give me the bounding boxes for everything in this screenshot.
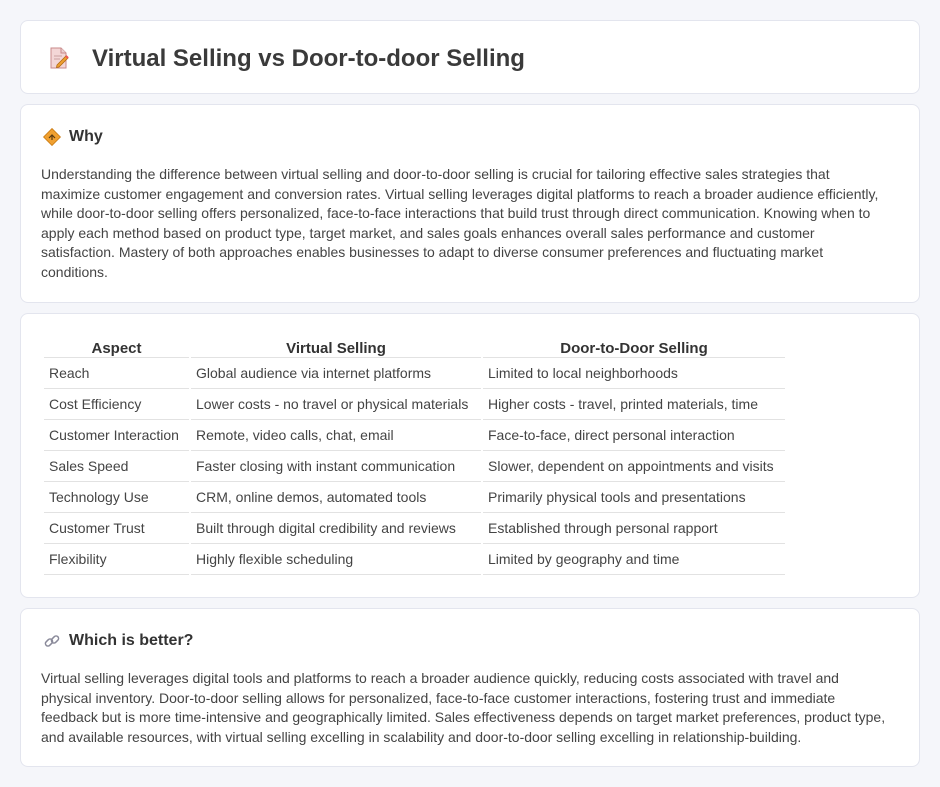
cell-door: Slower, dependent on appointments and vi… bbox=[483, 451, 785, 482]
cell-virtual: Faster closing with instant communicatio… bbox=[191, 451, 481, 482]
cell-virtual: Remote, video calls, chat, email bbox=[191, 420, 481, 451]
cell-virtual: Highly flexible scheduling bbox=[191, 544, 481, 575]
why-title: Why bbox=[69, 128, 103, 145]
table-row: Reach Global audience via internet platf… bbox=[44, 358, 785, 389]
table-row: Customer Interaction Remote, video calls… bbox=[44, 420, 785, 451]
table-row: Customer Trust Built through digital cre… bbox=[44, 513, 785, 544]
table-row: Technology Use CRM, online demos, automa… bbox=[44, 482, 785, 513]
cell-door: Primarily physical tools and presentatio… bbox=[483, 482, 785, 513]
table-row: Flexibility Highly flexible scheduling L… bbox=[44, 544, 785, 575]
cell-aspect: Cost Efficiency bbox=[44, 389, 189, 420]
cell-door: Limited by geography and time bbox=[483, 544, 785, 575]
link-icon bbox=[43, 632, 61, 650]
better-text: Virtual selling leverages digital tools … bbox=[41, 670, 886, 745]
cell-door: Limited to local neighborhoods bbox=[483, 358, 785, 389]
header-aspect: Aspect bbox=[44, 336, 189, 358]
page-title: Virtual Selling vs Door-to-door Selling bbox=[92, 45, 525, 72]
header-card: Virtual Selling vs Door-to-door Selling bbox=[20, 20, 920, 94]
diamond-direction-icon bbox=[42, 127, 62, 147]
why-text: Understanding the difference between vir… bbox=[41, 166, 879, 280]
table-header-row: Aspect Virtual Selling Door-to-Door Sell… bbox=[44, 336, 785, 358]
cell-aspect: Reach bbox=[44, 358, 189, 389]
cell-door: Face-to-face, direct personal interactio… bbox=[483, 420, 785, 451]
cell-virtual: Built through digital credibility and re… bbox=[191, 513, 481, 544]
cell-virtual: Lower costs - no travel or physical mate… bbox=[191, 389, 481, 420]
why-heading: Why bbox=[42, 127, 103, 147]
cell-aspect: Customer Interaction bbox=[44, 420, 189, 451]
header-door-to-door-selling: Door-to-Door Selling bbox=[483, 336, 785, 358]
document-pen-icon bbox=[47, 46, 71, 70]
cell-aspect: Customer Trust bbox=[44, 513, 189, 544]
cell-door: Higher costs - travel, printed materials… bbox=[483, 389, 785, 420]
table-row: Sales Speed Faster closing with instant … bbox=[44, 451, 785, 482]
cell-door: Established through personal rapport bbox=[483, 513, 785, 544]
header-virtual-selling: Virtual Selling bbox=[191, 336, 481, 358]
comparison-table: Aspect Virtual Selling Door-to-Door Sell… bbox=[42, 336, 787, 575]
better-heading: Which is better? bbox=[43, 631, 193, 651]
cell-virtual: Global audience via internet platforms bbox=[191, 358, 481, 389]
why-section: Why Understanding the difference between… bbox=[20, 104, 920, 303]
cell-virtual: CRM, online demos, automated tools bbox=[191, 482, 481, 513]
better-title: Which is better? bbox=[69, 632, 194, 649]
table-row: Cost Efficiency Lower costs - no travel … bbox=[44, 389, 785, 420]
which-is-better-section: Which is better? Virtual selling leverag… bbox=[20, 608, 920, 767]
cell-aspect: Flexibility bbox=[44, 544, 189, 575]
cell-aspect: Sales Speed bbox=[44, 451, 189, 482]
cell-aspect: Technology Use bbox=[44, 482, 189, 513]
comparison-section: Aspect Virtual Selling Door-to-Door Sell… bbox=[20, 313, 920, 598]
